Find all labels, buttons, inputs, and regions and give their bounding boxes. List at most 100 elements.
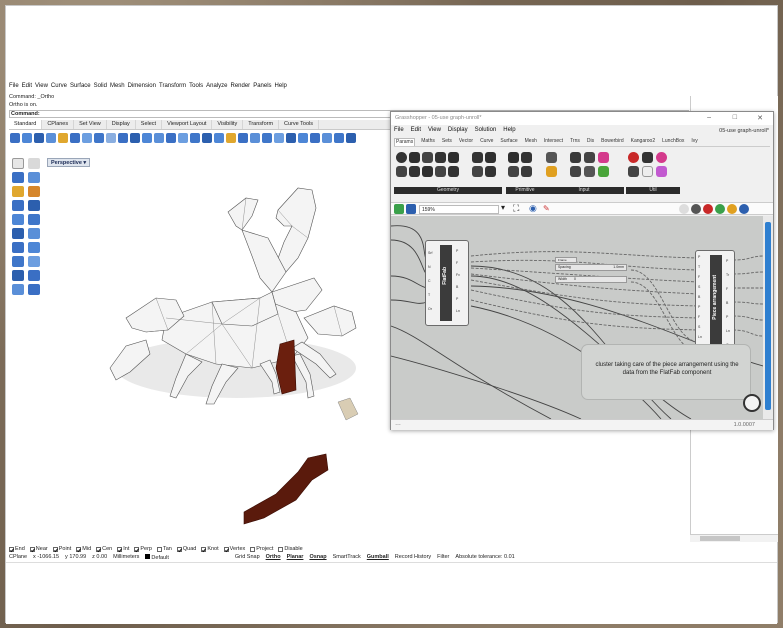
preview-selected-icon[interactable] [715,204,725,214]
transform-tool-icon[interactable] [12,270,24,281]
osnap-point-checkbox[interactable] [52,546,58,552]
arrangement-input[interactable]: T [698,265,700,269]
arrangement-input[interactable]: Ln [698,335,702,339]
status-record-history[interactable]: Record History [395,554,431,562]
menu-file[interactable]: File [9,83,19,92]
osnap-project[interactable]: Project [250,545,273,553]
document-preview-icon[interactable] [727,204,737,214]
menu-render[interactable]: Render [231,83,251,92]
arrangement-output[interactable]: P [726,259,728,263]
gh-tab-sets[interactable]: Sets [441,138,453,146]
circle-tool-icon[interactable] [12,200,24,211]
zoom-icon[interactable] [118,132,128,143]
point-param-icon[interactable] [396,152,407,163]
grid-icon[interactable] [178,132,188,143]
paste-icon[interactable] [70,132,80,143]
menu-analyze[interactable]: Analyze [206,83,227,92]
gh-titlebar[interactable]: Grasshopper - 05-use graph-unroll* – □ ✕ [391,112,773,125]
osnap-int[interactable]: Int [117,545,129,553]
text-icon[interactable] [322,132,332,143]
ribbon-label-util[interactable]: Util [626,187,680,194]
status-planar[interactable]: Planar [287,554,304,562]
jump-icon[interactable] [642,166,653,177]
mesh-icon[interactable] [310,132,320,143]
plane-param-icon[interactable] [472,152,483,163]
osnap-end-checkbox[interactable] [9,546,14,552]
save-icon[interactable] [34,132,44,143]
gh-tab-lunchbox[interactable]: LunchBox [661,138,685,146]
osnap-int-checkbox[interactable] [117,546,123,552]
layer-icon[interactable] [190,132,200,143]
status-smarttrack[interactable]: SmartTrack [333,554,361,562]
flatfab-output[interactable]: P [456,297,458,301]
arrangement-input[interactable]: P [698,255,700,259]
tab-visibility[interactable]: Visibility [212,120,244,129]
twisted-box-param-icon[interactable] [485,166,496,177]
boolean-tool-icon[interactable] [12,256,24,267]
arrangement-input[interactable]: B [698,295,700,299]
flatfab-input[interactable]: Srf [428,251,432,255]
flatfab-input[interactable]: Or [428,307,432,311]
rectangle-tool-icon[interactable] [28,200,40,211]
line-tool-icon[interactable] [12,172,24,183]
box-icon[interactable] [286,132,296,143]
preview-wire-icon[interactable] [691,204,701,214]
vector-param-icon[interactable] [472,166,483,177]
data-dam-icon[interactable] [628,166,639,177]
preview-shaded-icon[interactable] [703,204,713,214]
maximize-icon[interactable]: □ [733,114,737,121]
sketch-pen-icon[interactable]: ✎ [543,204,550,213]
menu-panels[interactable]: Panels [253,83,271,92]
tab-standard[interactable]: Standard [9,120,43,129]
preview-eye-icon[interactable]: ◉ [529,203,537,214]
new-icon[interactable] [10,132,20,143]
scrollbar-thumb[interactable] [700,536,740,541]
fillet-tool-icon[interactable] [28,256,40,267]
circle-param-icon[interactable] [409,152,420,163]
arrangement-output[interactable]: Ln [726,329,730,333]
pan-icon[interactable] [94,132,104,143]
dimension-tool-icon[interactable] [12,284,24,295]
curve-param-icon[interactable] [396,166,407,177]
polyline-icon[interactable] [262,132,272,143]
array-tool-icon[interactable] [28,270,40,281]
zoom-extents-icon[interactable] [142,132,152,143]
arc-tool-icon[interactable] [28,186,40,197]
rotate-view-icon[interactable] [106,132,116,143]
flatfab-output[interactable]: Fv [456,273,460,277]
ribbon-label-geometry[interactable]: Geometry [394,187,502,194]
render-icon[interactable] [214,132,224,143]
minimize-icon[interactable]: – [707,114,711,121]
osnap-quad-checkbox[interactable] [176,546,182,552]
toggle-icon[interactable] [570,152,581,163]
control-knob-icon[interactable] [598,166,609,177]
colour-swatch-icon[interactable] [570,166,581,177]
flatfab-output[interactable]: P [456,249,458,253]
gh-tab-intersect[interactable]: Intersect [543,138,564,146]
status-cplane[interactable]: CPlane [9,554,27,562]
box-param-icon[interactable] [435,152,446,163]
cherry-picker-icon[interactable] [628,152,639,163]
mesh-param-icon[interactable] [448,166,459,177]
curve-icon[interactable] [274,132,284,143]
analyze-tool-icon[interactable] [28,284,40,295]
osnap-project-checkbox[interactable] [250,546,256,552]
brep-param-icon[interactable] [448,152,459,163]
status-osnap[interactable]: Osnap [309,554,326,562]
viewport-tab-perspective[interactable]: Perspective ▾ [47,158,91,167]
comment-group[interactable]: cluster taking care of the piece arrange… [581,344,751,400]
gh-menu-edit[interactable]: Edit [411,127,421,136]
gh-menu-view[interactable]: View [428,127,441,136]
fitness-icon[interactable] [656,152,667,163]
number-param-icon[interactable] [508,166,519,177]
arrangement-output[interactable]: Tr [726,273,729,277]
osnap-tan-checkbox[interactable] [156,546,162,552]
menu-mesh[interactable]: Mesh [110,83,125,92]
gh-tab-maths[interactable]: Maths [420,138,436,146]
gh-tab-mesh[interactable]: Mesh [524,138,538,146]
status-units[interactable]: Millimeters [113,554,139,562]
save-file-icon[interactable] [406,204,416,214]
preview-mesh-icon[interactable] [739,204,749,214]
help-icon[interactable] [346,132,356,143]
zoom-dropdown-icon[interactable]: ▾ [501,203,505,212]
